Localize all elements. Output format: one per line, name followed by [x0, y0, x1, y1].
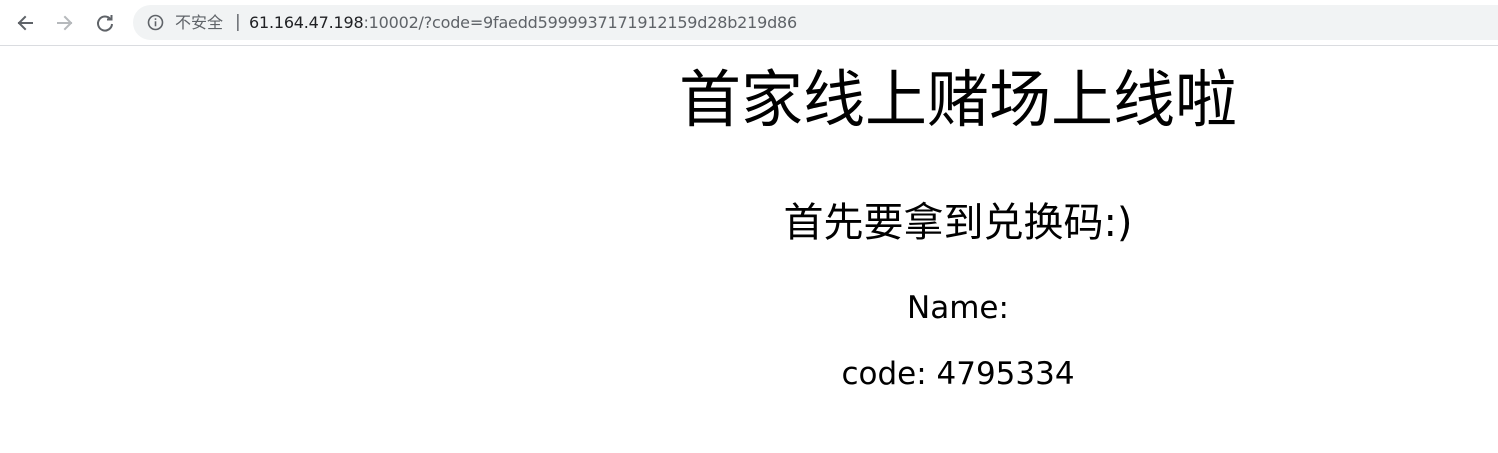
forward-button[interactable] [51, 9, 79, 37]
arrow-right-icon [57, 15, 73, 31]
back-button[interactable] [11, 9, 39, 37]
code-text: code: 4795334 [841, 356, 1075, 392]
info-circle-icon[interactable] [147, 14, 164, 31]
page-subtitle: 首先要拿到兑换码:) [783, 200, 1133, 246]
reload-icon [97, 15, 113, 32]
page-title: 首家线上赌场上线啦 [678, 63, 1237, 136]
arrow-left-icon [17, 15, 33, 31]
url-path: :10002/?code=9faedd5999937171912159d28b2… [363, 13, 798, 32]
reload-button[interactable] [91, 9, 119, 37]
name-text: Name: [907, 290, 1009, 326]
url-host: 61.164.47.198 [249, 13, 364, 32]
url-separator: | [235, 12, 241, 32]
page-content: 首家线上赌场上线啦 首先要拿到兑换码:) Name: code: 4795334 [0, 46, 1498, 453]
address-bar[interactable]: 不安全 | 61.164.47.198:10002/?code=9faedd59… [133, 5, 1498, 40]
browser-toolbar: 不安全 | 61.164.47.198:10002/?code=9faedd59… [0, 0, 1498, 46]
security-label[interactable]: 不安全 [175, 13, 223, 32]
url-text[interactable]: 61.164.47.198:10002/?code=9faedd59999371… [249, 13, 797, 32]
